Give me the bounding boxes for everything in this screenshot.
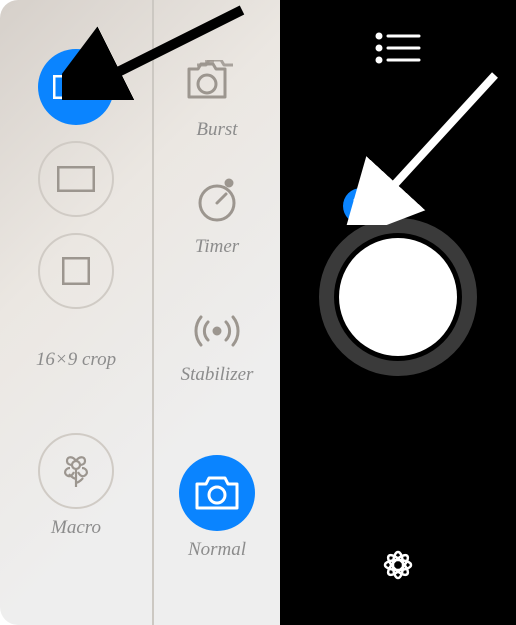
- camera-icon: [195, 475, 239, 511]
- menu-button[interactable]: [375, 32, 421, 69]
- macro-label: Macro: [51, 517, 101, 539]
- macro-button[interactable]: [38, 433, 114, 509]
- stabilizer-button[interactable]: [188, 311, 246, 356]
- aspect-standard-button[interactable]: [38, 141, 114, 217]
- aspect-wide-icon: [53, 75, 99, 99]
- shutter-ring: [319, 218, 477, 376]
- flower-gallery-icon: [373, 540, 423, 590]
- normal-label: Normal: [188, 539, 246, 561]
- gallery-button[interactable]: [373, 540, 423, 595]
- shutter-control: [319, 218, 477, 376]
- camera-options-panel: 16×9 crop Macro: [0, 0, 280, 625]
- timer-icon: [193, 175, 241, 223]
- flower-icon: [55, 450, 97, 492]
- aspect-standard-icon: [57, 166, 95, 192]
- burst-icon: [186, 60, 248, 106]
- stabilizer-icon: [188, 311, 246, 351]
- list-icon: [375, 32, 421, 64]
- timer-label: Timer: [195, 236, 239, 258]
- timer-button[interactable]: [193, 175, 241, 228]
- normal-mode-button[interactable]: [179, 455, 255, 531]
- stabilizer-label: Stabilizer: [181, 364, 254, 386]
- aspect-square-button[interactable]: [38, 233, 114, 309]
- close-icon: [353, 198, 369, 214]
- shutter-button[interactable]: [339, 238, 457, 356]
- aspect-wide-button[interactable]: [38, 49, 114, 125]
- aspect-square-icon: [62, 257, 90, 285]
- crop-label: 16×9 crop: [36, 349, 116, 371]
- burst-label: Burst: [196, 119, 237, 141]
- camera-viewfinder-panel: [280, 0, 516, 625]
- burst-button[interactable]: [186, 60, 248, 111]
